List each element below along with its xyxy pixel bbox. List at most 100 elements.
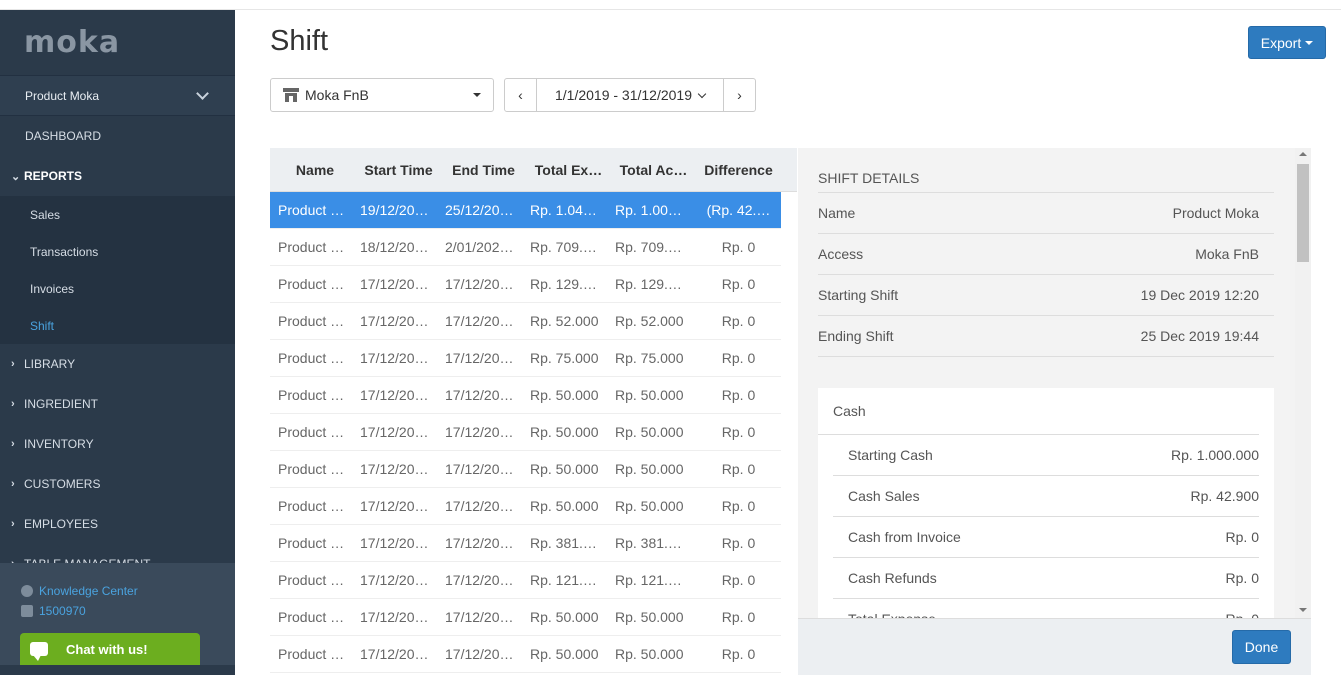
table-cell: 17/12/20… xyxy=(360,350,429,366)
date-range-button[interactable]: 1/1/2019 - 31/12/2019 xyxy=(536,79,724,111)
outlet-switcher-label: Product Moka xyxy=(25,88,100,103)
sidebar-item-customers[interactable]: › CUSTOMERS xyxy=(0,464,235,504)
table-cell: Rp. 50.000 xyxy=(615,387,684,403)
table-row[interactable]: Product … 17/12/20… 17/12/20… Rp. 121.… Rp. … xyxy=(270,562,781,599)
knowledge-center-link[interactable]: Knowledge Center xyxy=(0,581,235,601)
table-cell: 17/12/20… xyxy=(445,424,514,440)
table-cell: Product … xyxy=(278,498,345,514)
scroll-up-icon[interactable] xyxy=(1299,152,1307,156)
table-row[interactable]: Product … 17/12/20… 17/12/20… Rp. 50.000 Rp.… xyxy=(270,451,781,488)
outlet-select-value: Moka FnB xyxy=(305,87,369,103)
detail-row: Ending Shift 25 Dec 2019 19:44 xyxy=(818,316,1274,357)
shift-details-content: SHIFT DETAILS Name Product Moka Access Moka… xyxy=(798,148,1295,618)
done-button[interactable]: Done xyxy=(1232,630,1291,664)
table-cell: Product … xyxy=(278,387,345,403)
table-cell: (Rp. 42.… xyxy=(706,202,771,218)
prev-period-button[interactable]: ‹ xyxy=(505,79,536,111)
page-title: Shift xyxy=(270,25,329,57)
phone-link[interactable]: 1500970 xyxy=(0,601,235,621)
table-cell: Rp. 0 xyxy=(721,572,756,588)
table-cell: Rp. 50.000 xyxy=(530,387,599,403)
chevron-right-icon: › xyxy=(11,518,15,530)
store-icon xyxy=(283,88,299,102)
outlet-select[interactable]: Moka FnB xyxy=(270,78,494,112)
table-cell: Rp. 0 xyxy=(721,535,756,551)
table-cell: Rp. 0 xyxy=(721,498,756,514)
column-header[interactable]: Total Ex… xyxy=(526,162,611,178)
shift-details-panel: SHIFT DETAILS Name Product Moka Access Moka… xyxy=(798,148,1311,675)
logo-text: moka xyxy=(24,25,121,60)
column-header[interactable]: End Time xyxy=(441,162,526,178)
table-cell: Rp. 0 xyxy=(721,387,756,403)
table-cell: 17/12/20… xyxy=(445,498,514,514)
table-row[interactable]: Product … 17/12/20… 17/12/20… Rp. 381.… Rp. … xyxy=(270,525,781,562)
sidebar-item-label: INVENTORY xyxy=(24,437,94,451)
cash-title: Cash xyxy=(818,388,1259,435)
table-row[interactable]: Product … 17/12/20… 17/12/20… Rp. 75.000 Rp.… xyxy=(270,340,781,377)
table-cell: 17/12/20… xyxy=(360,276,429,292)
detail-value: Product Moka xyxy=(1172,205,1259,221)
table-cell: Rp. 52.000 xyxy=(615,313,684,329)
sidebar-item-library[interactable]: › LIBRARY xyxy=(0,344,235,384)
table-cell: Rp. 381.… xyxy=(530,535,597,551)
column-header[interactable]: Total Ac… xyxy=(611,162,696,178)
details-scrollbar[interactable] xyxy=(1295,148,1311,618)
detail-value: 25 Dec 2019 19:44 xyxy=(1140,328,1259,344)
table-cell: 17/12/20… xyxy=(360,572,429,588)
outlet-switcher[interactable]: Product Moka xyxy=(0,76,235,116)
table-row[interactable]: Product … 17/12/20… 17/12/20… Rp. 50.000 Rp.… xyxy=(270,414,781,451)
table-cell: Rp. 709.… xyxy=(615,239,682,255)
table-row[interactable]: Product … 19/12/20… 25/12/20… Rp. 1.04… Rp. … xyxy=(270,192,781,229)
logo[interactable]: moka xyxy=(0,10,235,76)
sidebar-item-employees[interactable]: › EMPLOYEES xyxy=(0,504,235,544)
export-button[interactable]: Export xyxy=(1248,26,1326,59)
column-header[interactable]: Difference xyxy=(696,162,781,178)
table-row[interactable]: Product … 17/12/20… 17/12/20… Rp. 50.000 Rp.… xyxy=(270,636,781,673)
table-cell: Rp. 50.000 xyxy=(530,609,599,625)
sidebar-subitem-sales[interactable]: Sales xyxy=(0,196,235,233)
chat-bubble-icon xyxy=(30,642,48,661)
sidebar-subitem-transactions[interactable]: Transactions xyxy=(0,233,235,270)
reports-submenu: Sales Transactions Invoices Shift xyxy=(0,196,235,344)
cash-label: Cash Refunds xyxy=(848,570,937,586)
table-cell: 17/12/20… xyxy=(445,461,514,477)
table-cell: Rp. 75.000 xyxy=(530,350,599,366)
column-header[interactable]: Name xyxy=(270,162,356,178)
sidebar-item-inventory[interactable]: › INVENTORY xyxy=(0,424,235,464)
next-period-button[interactable]: › xyxy=(724,79,755,111)
chevron-down-icon xyxy=(196,87,209,100)
table-row[interactable]: Product … 18/12/20… 2/01/202… Rp. 709.… Rp. … xyxy=(270,229,781,266)
chat-button[interactable]: Chat with us! xyxy=(20,633,200,665)
table-cell: Product … xyxy=(278,609,345,625)
column-header[interactable]: Start Time xyxy=(356,162,441,178)
table-cell: Rp. 0 xyxy=(721,350,756,366)
table-cell: 17/12/20… xyxy=(445,276,514,292)
sidebar-item-dashboard[interactable]: DASHBOARD xyxy=(0,116,235,156)
caret-down-icon xyxy=(1305,40,1314,45)
cash-label: Starting Cash xyxy=(848,447,933,463)
table-cell: 17/12/20… xyxy=(360,461,429,477)
sidebar-subitem-shift[interactable]: Shift xyxy=(0,307,235,344)
table-row[interactable]: Product … 17/12/20… 17/12/20… Rp. 50.000 Rp.… xyxy=(270,377,781,414)
chevron-right-icon: › xyxy=(11,478,15,490)
table-row[interactable]: Product … 17/12/20… 17/12/20… Rp. 50.000 Rp.… xyxy=(270,599,781,636)
scrollbar-thumb[interactable] xyxy=(1297,164,1309,262)
table-cell: 17/12/20… xyxy=(445,609,514,625)
table-row[interactable]: Product … 17/12/20… 17/12/20… Rp. 50.000 Rp.… xyxy=(270,488,781,525)
table-cell: Product … xyxy=(278,276,345,292)
sidebar-subitem-invoices[interactable]: Invoices xyxy=(0,270,235,307)
table-cell: Product … xyxy=(278,350,345,366)
table-cell: 17/12/20… xyxy=(360,313,429,329)
table-cell: 17/12/20… xyxy=(360,646,429,662)
table-cell: Rp. 50.000 xyxy=(615,498,684,514)
sidebar-item-label: INGREDIENT xyxy=(24,397,99,411)
sidebar-item-reports[interactable]: ⌄ REPORTS xyxy=(0,156,235,196)
detail-label: Ending Shift xyxy=(818,328,894,344)
table-row[interactable]: Product … 17/12/20… 17/12/20… Rp. 52.000 Rp.… xyxy=(270,303,781,340)
scroll-down-icon[interactable] xyxy=(1299,608,1307,612)
table-row[interactable]: Product … 17/12/20… 17/12/20… Rp. 129.… Rp. … xyxy=(270,266,781,303)
sidebar-item-ingredient[interactable]: › INGREDIENT xyxy=(0,384,235,424)
cash-value: Rp. 42.900 xyxy=(1190,488,1260,504)
table-cell: Rp. 0 xyxy=(721,609,756,625)
sidebar-item-label: REPORTS xyxy=(24,169,83,183)
